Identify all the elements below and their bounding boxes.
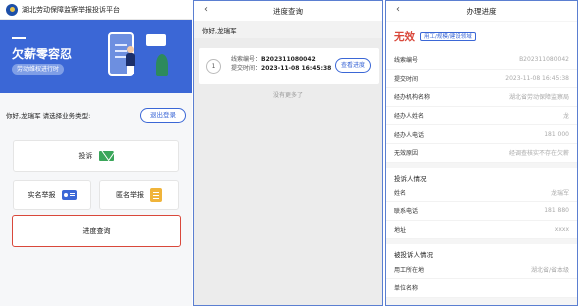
detail-row: 单位名称	[386, 278, 577, 298]
detail-row: 线索编号 B202311080042	[386, 51, 577, 70]
case-detail-list: 线索编号 B202311080042 提交时间 2023-11-08 16:45:38…	[386, 51, 577, 163]
detail-key: 用工所在地	[394, 266, 425, 274]
case-card[interactable]: 1 线索编号：B202311080042 提交时间：2023-11-08 16:…	[199, 48, 379, 84]
detail-value: 龙瑞军	[550, 189, 569, 197]
case-no-value: B202311080042	[261, 56, 316, 63]
complainant-list: 姓名 龙瑞军联系电话 181 880 地址 xxxx	[386, 183, 577, 240]
banner: 欠薪零容忍 劳动维权进行时	[0, 20, 192, 93]
detail-row: 无效原因 经调查核实不存在欠薪	[386, 143, 577, 163]
complaint-label: 投诉	[78, 152, 93, 160]
detail-row: 用工所在地 湖北省/省本级	[386, 260, 577, 279]
detail-key: 经办人电话	[394, 131, 425, 139]
submit-time-key: 提交时间：	[231, 65, 262, 72]
home-screen: 湖北劳动保障监察举报投诉平台 欠薪零容忍 劳动维权进行时 你好,龙瑞军 请选择业…	[0, 0, 192, 306]
no-more-text: 没有更多了	[272, 92, 303, 99]
app-header: 湖北劳动保障监察举报投诉平台	[0, 0, 192, 20]
detail-key: 单位名称	[394, 285, 419, 293]
status-header: 无效 用工/规模/建设领域	[386, 22, 577, 51]
detail-value: 湖北省劳动保障监察局	[508, 94, 569, 102]
detail-key: 地址	[394, 227, 407, 235]
anonymous-report-button[interactable]: 匿名举报	[99, 180, 179, 210]
view-progress-button[interactable]: 查看进度	[335, 58, 371, 73]
complaint-button[interactable]: 投诉	[13, 140, 179, 172]
app-title: 湖北劳动保障监察举报投诉平台	[22, 5, 120, 14]
named-report-label: 实名举报	[27, 191, 56, 199]
detail-value: 经调查核实不存在欠薪	[508, 150, 569, 158]
envelope-icon	[98, 151, 114, 161]
detail-row: 提交时间 2023-11-08 16:45:38	[386, 69, 577, 89]
detail-key: 无效原因	[394, 150, 419, 158]
respondent-list: 用工所在地 湖北省/省本级单位名称	[386, 260, 577, 298]
detail-value: 181 880	[544, 207, 569, 215]
submit-time-value: 2023-11-08 16:45:38	[261, 65, 332, 72]
detail-row: 姓名 龙瑞军	[386, 183, 577, 203]
nav-title: 办理进度	[466, 6, 497, 16]
detail-key: 线索编号	[394, 57, 419, 65]
named-report-button[interactable]: 实名举报	[13, 180, 91, 210]
nav-bar: ‹ 进度查询	[194, 1, 382, 21]
greeting-text: 你好,龙瑞军 请选择业务类型:	[6, 112, 91, 120]
detail-key: 经办机构名称	[394, 94, 431, 102]
detail-value: 181 000	[544, 130, 569, 138]
detail-row: 经办人电话 181 000	[386, 125, 577, 144]
section-complainant: 投诉人情况	[386, 167, 577, 184]
logout-button[interactable]: 退出登录	[140, 107, 186, 123]
progress-query-label: 进度查询	[82, 227, 111, 235]
back-icon[interactable]: ‹	[396, 4, 400, 15]
document-icon	[150, 188, 162, 202]
detail-value: xxxx	[554, 226, 569, 234]
plant-illustration-icon	[156, 54, 168, 76]
status-badge: 无效	[394, 31, 415, 43]
detail-row: 联系电话 181 880	[386, 202, 577, 221]
detail-key: 联系电话	[394, 208, 419, 216]
banner-pill: 劳动维权进行时	[12, 64, 65, 75]
progress-query-button[interactable]: 进度查询	[12, 215, 181, 247]
detail-key: 提交时间	[394, 75, 419, 83]
progress-detail-screen: ‹ 办理进度 无效 用工/规模/建设领域 线索编号 B202311080042 提交…	[385, 0, 578, 306]
greeting-text: 你好,龙瑞军	[194, 21, 382, 38]
banner-headline: 欠薪零容忍	[12, 47, 73, 61]
section-respondent: 被投诉人情况	[386, 244, 577, 261]
detail-key: 姓名	[394, 189, 407, 197]
detail-value: B202311080042	[519, 56, 569, 64]
case-no-key: 线索编号：	[231, 56, 262, 63]
logo-icon	[6, 3, 18, 16]
progress-list-screen: ‹ 进度查询 你好,龙瑞军 1 线索编号：B202311080042 提交时间：…	[193, 0, 383, 306]
anonymous-report-label: 匿名举报	[116, 191, 144, 199]
detail-value: 湖北省/省本级	[530, 266, 569, 274]
back-icon[interactable]: ‹	[204, 4, 208, 15]
case-index: 1	[206, 59, 221, 74]
greeting-row: 你好,龙瑞军 请选择业务类型: 退出登录	[6, 107, 186, 123]
nav-title: 进度查询	[273, 6, 303, 16]
nav-bar: ‹ 办理进度	[386, 1, 577, 21]
detail-row: 经办人姓名 龙	[386, 106, 577, 126]
detail-row: 经办机构名称 湖北省劳动保障监察局	[386, 88, 577, 107]
detail-value: 龙	[562, 113, 569, 121]
detail-key: 经办人姓名	[394, 113, 425, 121]
person-illustration-icon	[126, 46, 136, 74]
category-tag: 用工/规模/建设领域	[420, 32, 476, 41]
detail-row: 地址 xxxx	[386, 220, 577, 240]
card-illustration-icon	[146, 34, 166, 46]
detail-value: 2023-11-08 16:45:38	[505, 74, 569, 82]
id-card-icon	[61, 190, 77, 200]
